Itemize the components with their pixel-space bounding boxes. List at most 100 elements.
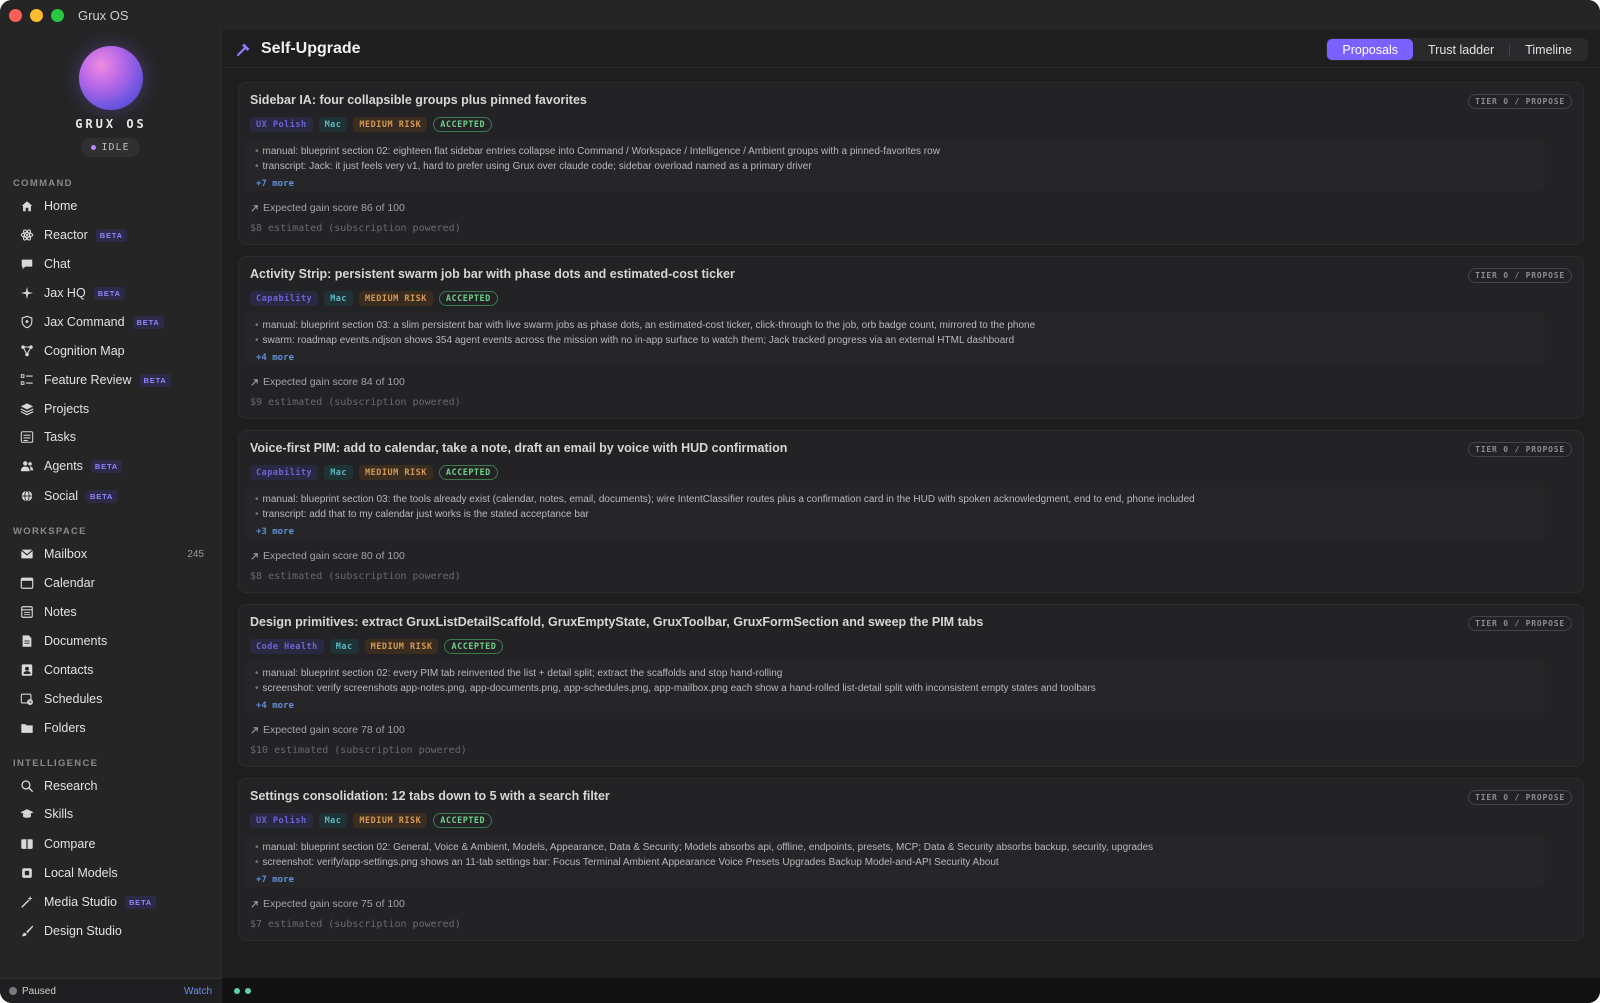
category-tag: Capability [250, 291, 319, 306]
evidence-item: • screenshot: verify/app-settings.png sho… [255, 857, 999, 868]
beta-badge: BETA [93, 286, 125, 300]
page-header: Self-Upgrade Proposals Trust ladder Time… [223, 30, 1600, 68]
tab-proposals[interactable]: Proposals [1327, 39, 1413, 60]
sidebar-item-mailbox[interactable]: Mailbox 245 [14, 541, 214, 567]
tab-trust-ladder[interactable]: Trust ladder [1413, 39, 1509, 60]
sidebar-item-media-studio[interactable]: Media Studio BETA [14, 889, 214, 915]
expected-gain: Expected gain score 86 of 100 [250, 202, 405, 214]
show-more-link[interactable]: +3 more [256, 527, 294, 537]
risk-tag: MEDIUM RISK [364, 639, 439, 654]
sidebar-item-jax-command[interactable]: Jax Command BETA [14, 309, 214, 335]
sidebar-item-label: Design Studio [44, 924, 122, 938]
arrow-up-right-icon [251, 900, 258, 908]
proposal-card[interactable]: Design primitives: extract GruxListDetai… [238, 604, 1584, 767]
arrow-up-right-icon [251, 204, 258, 212]
arrow-up-right-icon [251, 726, 258, 734]
beta-badge: BETA [139, 373, 171, 387]
sidebar-item-feature-review[interactable]: Feature Review BETA [14, 367, 214, 393]
brand-name: GRUX OS [75, 117, 147, 131]
close-window-button[interactable] [9, 8, 22, 22]
tier-badge: TIER 0 / PROPOSE [1468, 616, 1572, 631]
title-bar: Grux OS [0, 0, 1600, 30]
category-tag: UX Polish [250, 117, 313, 132]
note-icon [19, 604, 35, 620]
proposal-tags: Capability Mac MEDIUM RISK ACCEPTED [250, 291, 498, 306]
sidebar-item-calendar[interactable]: Calendar [14, 570, 214, 596]
activity-strip[interactable] [222, 978, 1600, 1003]
tier-badge: TIER 0 / PROPOSE [1468, 790, 1572, 805]
proposal-card[interactable]: Activity Strip: persistent swarm job bar… [238, 256, 1584, 419]
cost-estimate: $8 estimated (subscription powered) [250, 223, 461, 234]
proposal-card[interactable]: Voice-first PIM: add to calendar, take a… [238, 430, 1584, 593]
platform-tag: Mac [318, 813, 348, 828]
grux-orb-avatar[interactable] [79, 46, 143, 110]
evidence-item: • manual: blueprint section 02: every PIM… [255, 668, 783, 679]
proposal-card[interactable]: Settings consolidation: 12 tabs down to … [238, 778, 1584, 941]
minimize-window-button[interactable] [30, 8, 43, 22]
platform-tag: Mac [324, 291, 354, 306]
magic-wand-icon [19, 894, 35, 910]
evidence-item: • transcript: Jack: it just feels very v1… [255, 161, 812, 172]
sidebar-item-home[interactable]: Home [14, 193, 214, 219]
evidence-item: • screenshot: verify screenshots app-note… [255, 683, 1096, 694]
sidebar-item-label: Compare [44, 837, 96, 851]
sidebar-item-agents[interactable]: Agents BETA [14, 453, 214, 479]
sidebar-item-skills[interactable]: Skills [14, 801, 214, 827]
hammer-icon [236, 43, 250, 56]
status-badge: IDLE [81, 138, 140, 157]
sidebar-item-label: Agents [44, 459, 83, 473]
show-more-link[interactable]: +7 more [256, 875, 294, 885]
unread-count: 245 [187, 548, 204, 560]
sidebar-item-contacts[interactable]: Contacts [14, 657, 214, 683]
sidebar-item-notes[interactable]: Notes [14, 599, 214, 625]
expected-gain: Expected gain score 78 of 100 [250, 724, 405, 736]
sidebar-item-jax-hq[interactable]: Jax HQ BETA [14, 280, 214, 306]
sidebar-item-reactor[interactable]: Reactor BETA [14, 222, 214, 248]
sidebar-item-documents[interactable]: Documents [14, 628, 214, 654]
risk-tag: MEDIUM RISK [359, 291, 433, 306]
sidebar-item-social[interactable]: Social BETA [14, 483, 214, 509]
platform-tag: Mac [329, 639, 359, 654]
sidebar-item-projects[interactable]: Projects [14, 396, 214, 422]
sidebar-item-schedules[interactable]: Schedules [14, 686, 214, 712]
sidebar-item-compare[interactable]: Compare [14, 831, 214, 857]
status-text: IDLE [101, 142, 130, 153]
page-title: Self-Upgrade [261, 39, 361, 57]
beta-badge: BETA [132, 315, 164, 329]
sidebar-item-research[interactable]: Research [14, 773, 214, 799]
proposal-card[interactable]: Sidebar IA: four collapsible groups plus… [238, 82, 1584, 245]
expected-gain: Expected gain score 84 of 100 [250, 376, 405, 388]
sidebar-item-design-studio[interactable]: Design Studio [14, 918, 214, 944]
gain-score-text: Expected gain score 75 of 100 [263, 898, 405, 910]
sidebar-item-label: Folders [44, 721, 86, 735]
calendar-icon [19, 575, 35, 591]
evidence-list: • manual: blueprint section 02: General, … [245, 835, 1545, 887]
sidebar-item-chat[interactable]: Chat [14, 251, 214, 277]
sidebar-item-label: Projects [44, 402, 90, 416]
sidebar-item-folders[interactable]: Folders [14, 715, 214, 741]
watch-link[interactable]: Watch [184, 986, 212, 997]
show-more-link[interactable]: +4 more [256, 353, 294, 363]
checklist-icon [19, 372, 35, 388]
sidebar-item-cognition-map[interactable]: Cognition Map [14, 338, 214, 364]
sidebar-item-local-models[interactable]: Local Models [14, 860, 214, 886]
beta-badge: BETA [124, 895, 157, 909]
tab-timeline[interactable]: Timeline [1510, 39, 1587, 60]
sidebar-item-tasks[interactable]: Tasks [14, 424, 214, 450]
activity-dot-icon [245, 987, 251, 994]
evidence-list: • manual: blueprint section 02: eighteen … [245, 139, 1545, 191]
paintbrush-icon [19, 923, 35, 939]
gain-score-text: Expected gain score 78 of 100 [263, 724, 405, 736]
gain-score-text: Expected gain score 80 of 100 [263, 550, 405, 562]
zoom-window-button[interactable] [51, 8, 64, 22]
evidence-item: • manual: blueprint section 03: a slim pe… [255, 320, 1036, 331]
sidebar-item-label: Contacts [44, 663, 94, 677]
expected-gain: Expected gain score 80 of 100 [250, 550, 405, 562]
category-tag: Capability [250, 465, 319, 480]
house-icon [19, 198, 35, 214]
split-view-icon [19, 836, 35, 852]
risk-tag: MEDIUM RISK [359, 465, 433, 480]
evidence-item: • manual: blueprint section 02: eighteen … [255, 146, 940, 157]
show-more-link[interactable]: +4 more [256, 701, 294, 711]
show-more-link[interactable]: +7 more [256, 179, 294, 189]
